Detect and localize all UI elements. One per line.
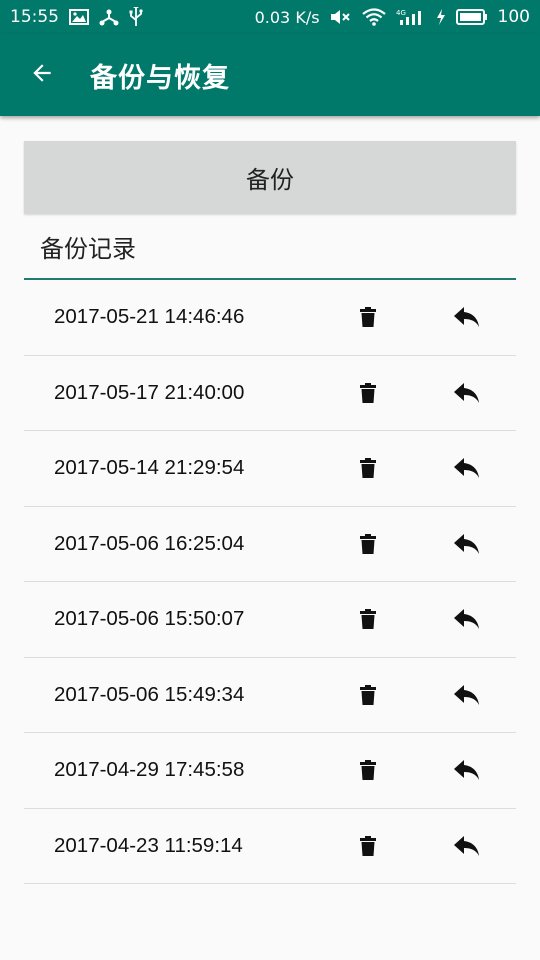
delete-button[interactable] <box>348 675 388 715</box>
main-content: 备份 备份记录 2017-05-21 14:46:46 2017-05-17 2… <box>24 141 516 884</box>
backup-record-list: 2017-05-21 14:46:46 2017-05-17 21:40:00 … <box>24 280 516 884</box>
record-time: 2017-05-21 14:46:46 <box>54 305 245 329</box>
trash-icon <box>360 684 376 705</box>
reply-icon <box>454 760 479 781</box>
delete-button[interactable] <box>348 373 388 413</box>
trash-icon <box>360 307 376 328</box>
reply-icon <box>454 382 479 403</box>
trash-icon <box>360 382 376 403</box>
page-title: 备份与恢复 <box>90 62 230 94</box>
arrow-back-icon <box>29 60 55 90</box>
restore-button[interactable] <box>444 524 490 564</box>
charging-icon <box>436 8 446 26</box>
image-icon <box>69 9 89 25</box>
record-time: 2017-04-23 11:59:14 <box>54 833 243 857</box>
record-time: 2017-05-06 15:50:07 <box>54 607 245 631</box>
list-item: 2017-05-06 15:50:07 <box>24 582 516 658</box>
record-time: 2017-05-14 21:29:54 <box>54 456 245 480</box>
list-item: 2017-05-17 21:40:00 <box>24 356 516 431</box>
reply-icon <box>454 684 479 705</box>
backup-button[interactable]: 备份 <box>24 141 516 214</box>
restore-button[interactable] <box>444 826 490 866</box>
status-bar: 15:55 0.03 K/s 4G 100 <box>0 0 540 34</box>
app-bar: 备份与恢复 <box>0 34 540 116</box>
usb-icon <box>129 7 143 27</box>
record-time: 2017-05-06 15:49:34 <box>54 682 245 706</box>
trash-icon <box>360 458 376 479</box>
record-time: 2017-04-29 17:45:58 <box>54 758 245 782</box>
restore-button[interactable] <box>444 675 490 715</box>
record-time: 2017-05-06 16:25:04 <box>54 531 245 555</box>
net-speed: 0.03 K/s <box>254 7 320 27</box>
restore-button[interactable] <box>444 373 490 413</box>
restore-button[interactable] <box>444 448 490 488</box>
reply-icon <box>454 835 479 856</box>
backup-records-header: 备份记录 <box>24 214 516 280</box>
trash-icon <box>360 760 376 781</box>
wifi-icon <box>361 8 386 26</box>
back-button[interactable] <box>0 34 84 116</box>
delete-button[interactable] <box>348 524 388 564</box>
restore-button[interactable] <box>444 297 490 337</box>
reply-icon <box>454 609 479 630</box>
status-time: 15:55 <box>10 7 59 27</box>
mute-icon <box>330 8 352 26</box>
svg-text:4G: 4G <box>396 9 406 17</box>
battery-level: 100 <box>497 7 530 27</box>
battery-icon <box>455 8 488 26</box>
delete-button[interactable] <box>348 297 388 337</box>
list-item: 2017-05-06 16:25:04 <box>24 507 516 582</box>
list-item: 2017-05-14 21:29:54 <box>24 431 516 507</box>
delete-button[interactable] <box>348 448 388 488</box>
restore-button[interactable] <box>444 750 490 790</box>
reply-icon <box>454 533 479 554</box>
4g-signal-icon: 4G <box>396 8 426 26</box>
trash-icon <box>360 835 376 856</box>
trash-icon <box>360 533 376 554</box>
restore-button[interactable] <box>444 599 490 639</box>
delete-button[interactable] <box>348 750 388 790</box>
list-item: 2017-05-06 15:49:34 <box>24 658 516 733</box>
delete-button[interactable] <box>348 599 388 639</box>
reply-icon <box>454 307 479 328</box>
delete-button[interactable] <box>348 826 388 866</box>
record-time: 2017-05-17 21:40:00 <box>54 380 245 404</box>
trash-icon <box>360 609 376 630</box>
reply-icon <box>454 458 479 479</box>
list-item: 2017-04-29 17:45:58 <box>24 733 516 809</box>
list-item: 2017-05-21 14:46:46 <box>24 280 516 356</box>
usb-debug-icon <box>99 8 119 26</box>
list-item: 2017-04-23 11:59:14 <box>24 809 516 884</box>
